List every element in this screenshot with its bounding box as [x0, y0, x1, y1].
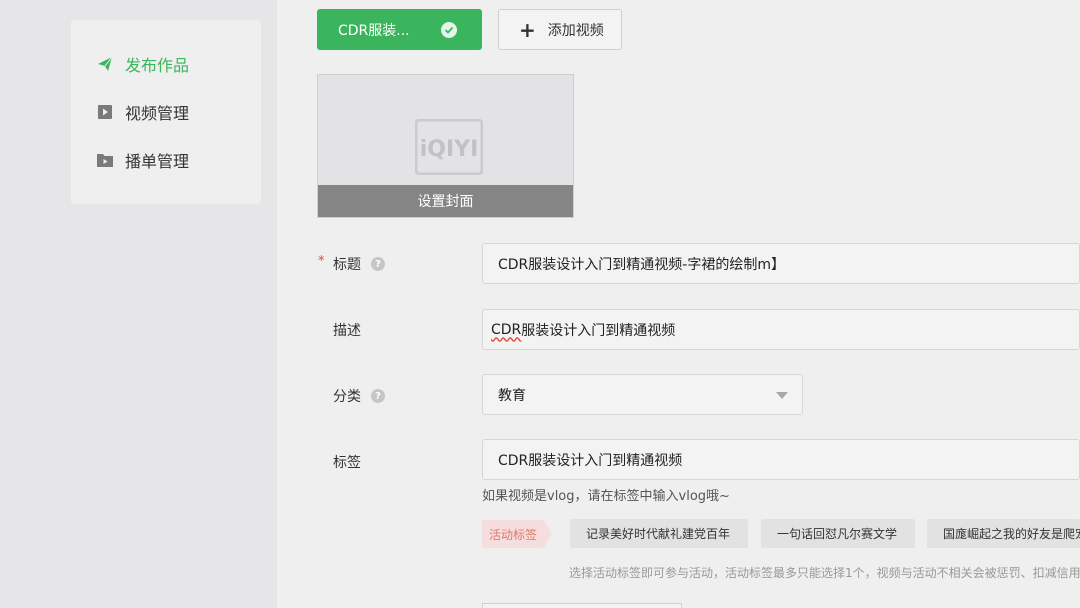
category-select-value: 教育 [498, 387, 526, 404]
help-icon[interactable]: ? [371, 389, 385, 403]
tags-input[interactable]: CDR服装设计入门到精通视频 [482, 439, 1080, 480]
next-field-partial[interactable] [482, 603, 682, 608]
sidebar: 发布作品 视频管理 播单管理 [71, 20, 261, 204]
cover-preview[interactable]: iQIYI 设置封面 [317, 74, 574, 218]
category-label-text: 分类 [333, 389, 361, 405]
sidebar-item-video-manage[interactable]: 视频管理 [71, 88, 261, 136]
add-video-button[interactable]: + 添加视频 [498, 9, 622, 50]
activity-chip[interactable]: 国庬崛起之我的好友是爬宠 [927, 519, 1080, 548]
paper-plane-icon [97, 56, 113, 72]
required-mark: * [318, 254, 325, 269]
category-select[interactable]: 教育 [482, 374, 803, 415]
tags-input-value: CDR服装设计入门到精通视频 [498, 452, 683, 469]
video-tab-active[interactable]: CDR服装... [317, 9, 482, 50]
sidebar-item-label: 视频管理 [125, 104, 190, 123]
video-play-icon [97, 104, 113, 120]
tags-hint: 如果视频是vlog，请在标签中输入vlog哦~ [482, 489, 730, 504]
desc-label: 描述 [333, 320, 361, 340]
description-input[interactable]: CDR 服装设计入门到精通视频 [482, 309, 1080, 350]
sidebar-item-playlist-manage[interactable]: 播单管理 [71, 136, 261, 184]
sidebar-item-label: 发布作品 [125, 56, 190, 75]
svg-text:iQIYI: iQIYI [420, 137, 479, 162]
tags-label-text: 标签 [333, 455, 361, 471]
title-label: 标题 ? [333, 254, 385, 274]
sidebar-item-publish[interactable]: 发布作品 [71, 40, 261, 88]
folder-play-icon [97, 152, 113, 168]
set-cover-button[interactable]: 设置封面 [318, 185, 573, 217]
sidebar-item-label: 播单管理 [125, 152, 190, 171]
title-input-value: CDR服装设计入门到精通视频-字裙的绘制m】 [498, 256, 785, 273]
plus-icon: + [519, 17, 536, 42]
title-label-text: 标题 [333, 257, 361, 273]
desc-label-text: 描述 [333, 323, 361, 339]
spellcheck-underlined-text: CDR [491, 321, 522, 338]
activity-tag-label: 活动标签 [482, 520, 552, 548]
category-label: 分类 ? [333, 386, 385, 406]
title-input[interactable]: CDR服装设计入门到精通视频-字裙的绘制m】 [482, 243, 1080, 284]
activity-chip[interactable]: 记录美好时代献礼建党百年 [570, 519, 748, 548]
activity-chip[interactable]: 一句话回怼凡尔赛文学 [761, 519, 915, 548]
help-icon[interactable]: ? [371, 257, 385, 271]
activity-note: 选择活动标签即可参与活动，活动标签最多只能选择1个，视频与活动不相关会被惩罚、扣… [569, 566, 1080, 580]
chevron-down-icon [776, 392, 788, 399]
add-video-label: 添加视频 [547, 22, 604, 39]
tags-label: 标签 [333, 452, 361, 472]
video-tab-label: CDR服装... [338, 22, 410, 39]
check-circle-icon [441, 22, 457, 38]
iqiyi-logo: iQIYI [415, 119, 483, 175]
description-input-value: 服装设计入门到精通视频 [521, 322, 676, 339]
